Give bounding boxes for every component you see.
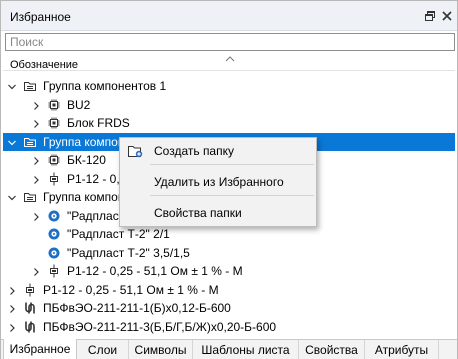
tree-item-row[interactable]: "Радпласт Т-2" 2/1 — [3, 225, 455, 243]
folder-icon — [23, 79, 37, 93]
menu-separator — [150, 195, 314, 196]
column-header-label: Обозначение — [10, 59, 79, 71]
tree-item-label: ПБФвЭО-211-211-3(Б,Б/Г,Б/Ж)х0,20-Б-600 — [43, 319, 277, 334]
tree-item-row[interactable]: BU2 — [3, 96, 455, 114]
tree-item-label: BU2 — [67, 97, 91, 112]
chevron-right-icon[interactable] — [31, 174, 41, 184]
cable-reel-icon — [47, 209, 61, 223]
tree-group-row[interactable]: ПБФвЭО-211-211-3(Б,Б/Г,Б/Ж)х0,20-Б-600 — [3, 318, 455, 336]
menu-item-folder-properties[interactable]: Свойства папки — [120, 202, 316, 224]
tree-item-row[interactable]: "Радпласт Т-2" 3,5/1,5 — [3, 244, 455, 262]
panel-title: Избранное — [10, 10, 71, 24]
chevron-right-icon[interactable] — [31, 211, 41, 221]
panel-titlebar: Избранное — [1, 1, 457, 31]
tree-item-label: Блок FRDS — [67, 116, 130, 130]
chevron-down-icon[interactable] — [7, 137, 17, 147]
tab-label: Избранное — [9, 342, 71, 356]
resistor-icon — [47, 172, 61, 186]
tree-item-label: БК-120 — [67, 153, 106, 167]
wire-icon — [23, 301, 37, 315]
cable-reel-icon — [47, 246, 61, 260]
close-icon[interactable] — [440, 9, 454, 23]
menu-item-label: Удалить из Избранного — [154, 175, 284, 189]
tab-sheet-templates[interactable]: Шаблоны листа — [193, 340, 299, 359]
tab-attributes[interactable]: Атрибуты — [365, 340, 439, 359]
tree-item-label: Р1-12 - 0,25 - 51,1 Ом ± 1 % - М — [67, 264, 243, 278]
chevron-right-icon[interactable] — [7, 285, 17, 295]
tree-item-label: Р1-12 - 0,25 - 51,1 Ом ± 1 % - М — [43, 282, 219, 297]
chevron-down-icon[interactable] — [7, 81, 17, 91]
menu-item-remove-from-favorites[interactable]: Удалить из Избранного — [120, 171, 316, 193]
cable-reel-icon — [47, 227, 61, 241]
chevron-right-icon[interactable] — [31, 266, 41, 276]
context-menu: Создать папку Удалить из Избранного Свой… — [119, 137, 317, 227]
chevron-down-icon[interactable] — [7, 192, 17, 202]
tab-symbols[interactable]: Символы — [129, 340, 193, 359]
menu-separator — [150, 164, 314, 165]
tree-item-row[interactable]: Блок FRDS — [3, 114, 455, 132]
tree-item-label: Группа компонентов 1 — [43, 79, 167, 93]
folder-icon — [23, 135, 37, 149]
tab-favorites[interactable]: Избранное — [3, 339, 77, 359]
search-input[interactable] — [6, 34, 454, 50]
chevron-right-icon[interactable] — [31, 100, 41, 110]
menu-item-label: Свойства папки — [154, 206, 242, 220]
chip-icon — [47, 116, 61, 130]
bottom-tab-bar: Избранное Слои Символы Шаблоны листа Сво… — [1, 339, 457, 359]
chevron-right-icon[interactable] — [7, 322, 17, 332]
wire-icon — [23, 320, 37, 334]
tree-group-row[interactable]: Р1-12 - 0,25 - 51,1 Ом ± 1 % - М — [3, 281, 455, 299]
tab-layers[interactable]: Слои — [77, 340, 129, 359]
folder-icon — [23, 190, 37, 204]
tab-label: Символы — [134, 343, 187, 357]
restore-window-icon[interactable] — [423, 9, 437, 23]
new-folder-icon — [127, 144, 143, 158]
chevron-right-icon[interactable] — [31, 155, 41, 165]
search-field[interactable] — [5, 33, 455, 51]
resistor-icon — [47, 264, 61, 278]
sort-ascending-icon — [225, 52, 235, 62]
tree-group-row[interactable]: ПБФвЭО-211-211-1(Б)х0,12-Б-600 — [3, 299, 455, 317]
tab-label: Свойства — [305, 343, 358, 357]
tree-item-label: ПБФвЭО-211-211-1(Б)х0,12-Б-600 — [43, 301, 231, 315]
tab-label: Слои — [87, 343, 118, 357]
tab-properties[interactable]: Свойства — [299, 340, 365, 359]
resistor-icon — [23, 283, 37, 297]
tab-label: Шаблоны листа — [201, 343, 290, 357]
tree-item-label: "Радпласт Т-2" 2/1 — [67, 227, 170, 241]
column-header[interactable]: Обозначение — [3, 53, 455, 71]
tree-item-row[interactable]: Р1-12 - 0,25 - 51,1 Ом ± 1 % - М — [3, 262, 455, 280]
tree-item-label: "Радпласт Т-2" 3,5/1,5 — [67, 245, 190, 260]
tab-label: Атрибуты — [374, 343, 429, 357]
chip-icon — [47, 98, 61, 112]
chevron-right-icon[interactable] — [31, 118, 41, 128]
chevron-right-icon[interactable] — [7, 303, 17, 313]
chip-icon — [47, 153, 61, 167]
tree-group-row[interactable]: Группа компонентов 1 — [3, 77, 455, 95]
menu-item-create-folder[interactable]: Создать папку — [120, 140, 316, 162]
menu-item-label: Создать папку — [154, 144, 234, 158]
favorites-panel: Избранное Обозначение Группа компонентов… — [0, 0, 458, 359]
